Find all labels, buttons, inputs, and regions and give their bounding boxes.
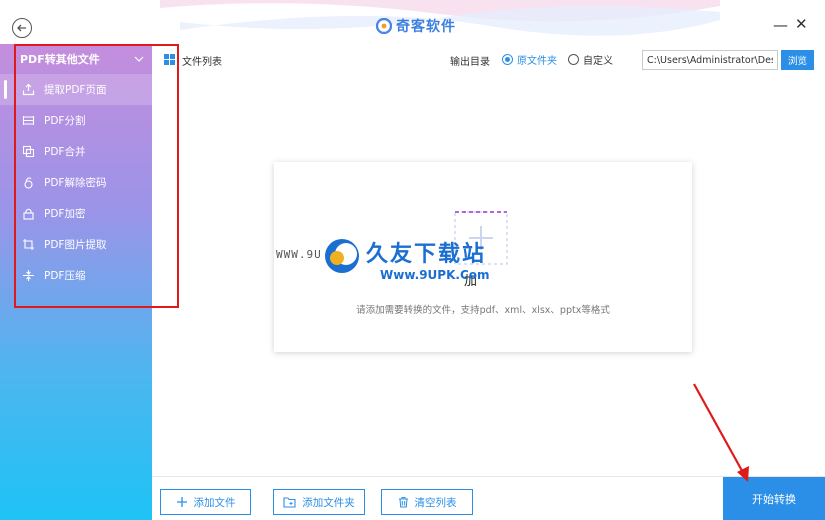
radio-label: 自定义: [583, 56, 613, 67]
sidebar: PDF转其他文件 提取PDF页面 PDF分割 PDF合并 PDF解除密码 PDF…: [0, 44, 152, 520]
radio-dot: [502, 54, 513, 65]
back-button[interactable]: [12, 18, 32, 38]
brand-name: 奇客软件: [396, 19, 456, 35]
merge-icon: [21, 145, 35, 159]
sidebar-item-label: PDF合并: [44, 146, 86, 158]
sidebar-item-compress[interactable]: PDF压缩: [0, 260, 152, 291]
output-path-input[interactable]: [642, 50, 778, 70]
grid-icon: [164, 54, 175, 65]
toolbar: 文件列表 输出目录 原文件夹 自定义 浏览: [152, 44, 825, 76]
plus-icon: [176, 497, 187, 507]
radio-original-folder[interactable]: 原文件夹: [502, 52, 557, 67]
brand-logo-icon: [376, 18, 392, 34]
sidebar-item-remove-password[interactable]: PDF解除密码: [0, 167, 152, 198]
button-label: 添加文件夹: [302, 496, 355, 509]
output-dir-label: 输出目录: [450, 57, 490, 68]
add-folder-button[interactable]: 添加文件夹: [273, 489, 365, 515]
lock-icon: [21, 207, 35, 221]
start-convert-button[interactable]: 开始转换: [723, 477, 825, 520]
button-label: 清空列表: [414, 496, 457, 509]
split-icon: [21, 114, 35, 128]
radio-dot: [568, 54, 579, 65]
bottom-bar: 添加文件 添加文件夹 清空列表 开始转换: [152, 476, 825, 520]
radio-label: 原文件夹: [517, 56, 557, 67]
radio-custom[interactable]: 自定义: [568, 52, 613, 67]
chevron-down-icon: [134, 56, 144, 62]
drop-zone-title: 加: [464, 274, 478, 289]
compress-icon: [21, 269, 35, 283]
title-bar: 奇客软件 — ✕: [0, 0, 825, 44]
minimize-button[interactable]: —: [773, 16, 788, 34]
sidebar-list: 提取PDF页面 PDF分割 PDF合并 PDF解除密码 PDF加密 PDF图片提…: [0, 74, 152, 291]
file-list-label: 文件列表: [182, 57, 222, 68]
file-list-area: 加 请添加需要转换的文件，支持pdf、xml、xlsx、pptx等格式: [152, 76, 825, 476]
crop-icon: [21, 238, 35, 252]
drop-zone[interactable]: 加 请添加需要转换的文件，支持pdf、xml、xlsx、pptx等格式: [274, 162, 692, 352]
sidebar-item-extract-images[interactable]: PDF图片提取: [0, 229, 152, 260]
trash-icon: [398, 497, 408, 508]
sidebar-category-label: PDF转其他文件: [20, 53, 100, 66]
sidebar-item-label: 提取PDF页面: [44, 84, 107, 96]
close-button[interactable]: ✕: [795, 15, 808, 33]
add-file-button[interactable]: 添加文件: [160, 489, 251, 515]
sidebar-item-label: PDF解除密码: [44, 177, 107, 189]
sidebar-item-merge[interactable]: PDF合并: [0, 136, 152, 167]
main-panel: 文件列表 输出目录 原文件夹 自定义 浏览 加 请添加需要转换的文件，支持pdf…: [152, 44, 825, 520]
sidebar-item-label: PDF加密: [44, 208, 86, 220]
sidebar-item-split[interactable]: PDF分割: [0, 105, 152, 136]
sidebar-item-encrypt[interactable]: PDF加密: [0, 198, 152, 229]
sidebar-item-label: PDF压缩: [44, 270, 86, 282]
add-file-placeholder-icon: [454, 211, 508, 265]
sidebar-item-extract-pages[interactable]: 提取PDF页面: [0, 74, 152, 105]
unlock-icon: [21, 176, 35, 190]
browse-button[interactable]: 浏览: [781, 50, 814, 70]
export-icon: [21, 83, 35, 97]
drop-zone-hint: 请添加需要转换的文件，支持pdf、xml、xlsx、pptx等格式: [356, 305, 610, 316]
arrow-left-icon: [17, 24, 26, 32]
sidebar-category-header[interactable]: PDF转其他文件: [0, 44, 152, 74]
folder-add-icon: [283, 497, 296, 508]
sidebar-item-label: PDF图片提取: [44, 239, 107, 251]
brand: 奇客软件: [376, 16, 456, 36]
button-label: 添加文件: [193, 496, 236, 509]
sidebar-item-label: PDF分割: [44, 115, 86, 127]
clear-list-button[interactable]: 清空列表: [381, 489, 473, 515]
